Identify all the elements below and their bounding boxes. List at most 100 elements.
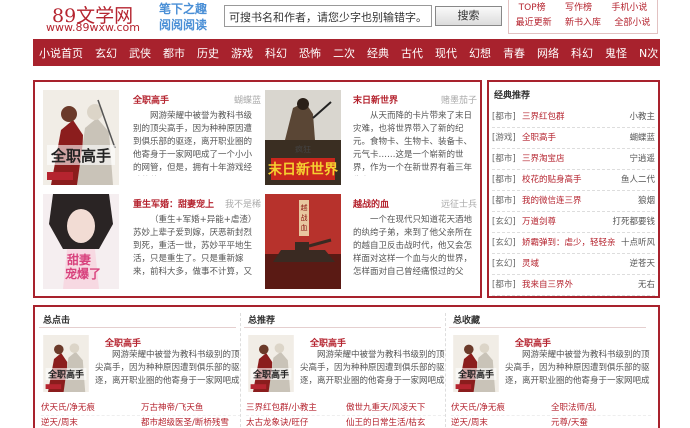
- nav-item[interactable]: 鬼怪: [605, 45, 627, 61]
- divider: [244, 327, 441, 328]
- author-link[interactable]: 打死都要钱: [612, 212, 655, 232]
- book-title[interactable]: 越战的血: [353, 197, 389, 210]
- book-link[interactable]: 三界红包群: [520, 107, 629, 127]
- nav-item[interactable]: 现代: [435, 45, 457, 61]
- book-link[interactable]: 我的微信连三界: [520, 191, 638, 211]
- book-title[interactable]: 全职高手: [105, 336, 141, 349]
- book-link[interactable]: 伏天氏/净无痕: [41, 401, 141, 415]
- book-description: 网游荣耀中被誉为教科书级别的顶尖高手，因为种种原因遭到俱乐部的驱逐，离开职业圈的…: [300, 350, 445, 386]
- book-cover-yuezhan[interactable]: 越 战 血: [265, 194, 341, 289]
- nav-item[interactable]: 古代: [401, 45, 423, 61]
- list-item: 太古龙象诀/旺仔 仙王的日常生活/枯玄: [246, 416, 446, 428]
- book-link[interactable]: 全职法师/乱: [551, 401, 651, 415]
- book-link[interactable]: 伏天氏/净无痕: [451, 401, 551, 415]
- book-link[interactable]: 我来自三界外: [520, 275, 638, 295]
- category-label[interactable]: [游戏]: [492, 128, 520, 148]
- nav-item[interactable]: 科幻: [571, 45, 593, 61]
- author-link[interactable]: 十点听风: [621, 233, 655, 253]
- book-author[interactable]: 赌墨茄子: [429, 93, 477, 106]
- book-cover-moriXinshijie[interactable]: 疯狂 末日新世界: [265, 90, 341, 185]
- book-description: （重生+军婚+异能+虐渣）苏妙上辈子爱到嫁，厌恶新封烈到死，重活一世，苏妙平平地…: [133, 215, 257, 277]
- book-link[interactable]: 校花的贴身高手: [520, 170, 621, 190]
- nav-item[interactable]: 小说首页: [39, 45, 83, 61]
- list-item: 逆天/周末 都市超级医圣/断桥残雪: [41, 416, 241, 428]
- slogan: 笔下之趣 阅阅阅读: [146, 1, 220, 35]
- author-link[interactable]: 无右: [638, 275, 655, 295]
- nav-item[interactable]: 幻想: [469, 45, 491, 61]
- book-title[interactable]: 全职高手: [515, 336, 551, 349]
- nav-item[interactable]: 恐怖: [299, 45, 321, 61]
- book-link[interactable]: 灵域: [520, 254, 629, 274]
- top-link[interactable]: 全部小说: [614, 16, 650, 31]
- book-link[interactable]: 逆天/周末: [451, 416, 551, 428]
- nav-item[interactable]: 二次: [333, 45, 355, 61]
- author-link[interactable]: 小教主: [629, 107, 655, 127]
- top-link[interactable]: 最近更新: [516, 16, 552, 31]
- top-link[interactable]: 新书入库: [565, 16, 601, 31]
- book-title[interactable]: 重生军婚：甜妻宠上: [133, 197, 214, 210]
- nav-item[interactable]: 都市: [163, 45, 185, 61]
- nav-item[interactable]: 经典: [367, 45, 389, 61]
- book-link[interactable]: 都市超级医圣/断桥残雪: [141, 416, 241, 428]
- author-link[interactable]: 鱼人二代: [621, 170, 655, 190]
- nav-item[interactable]: 玄幻: [95, 45, 117, 61]
- book-author[interactable]: 蝴蝶蓝: [215, 93, 261, 106]
- nav-item[interactable]: 言情: [670, 45, 690, 61]
- book-title[interactable]: 全职高手: [133, 93, 169, 106]
- book-link[interactable]: 万古神帝/飞天鱼: [141, 401, 241, 415]
- book-link[interactable]: 元尊/天蚕: [551, 416, 651, 428]
- nav-item[interactable]: 游戏: [231, 45, 253, 61]
- book-link[interactable]: 逆天/周末: [41, 416, 141, 428]
- category-label[interactable]: [玄幻]: [492, 212, 520, 232]
- book-cover-tianqi[interactable]: 甜妻 宠爆了: [43, 194, 119, 289]
- nav-item[interactable]: 武侠: [129, 45, 151, 61]
- nav-item[interactable]: 历史: [197, 45, 219, 61]
- author-link[interactable]: 狼烟: [638, 191, 655, 211]
- book-link[interactable]: 傲世九重天/风凌天下: [346, 401, 446, 415]
- book-cover-quanzhi[interactable]: 全职高手: [43, 90, 119, 185]
- top-link[interactable]: TOP榜: [519, 1, 546, 16]
- search-button[interactable]: 搜索: [435, 6, 502, 26]
- category-label[interactable]: [都市]: [492, 191, 520, 211]
- book-cover[interactable]: 全职高手: [248, 335, 294, 392]
- book-link[interactable]: 万道剑尊: [520, 212, 612, 232]
- book-author[interactable]: 远征士兵: [429, 197, 477, 210]
- category-label[interactable]: [玄幻]: [492, 254, 520, 274]
- author-link[interactable]: 逆苍天: [629, 254, 655, 274]
- book-description: 从天而降的卡片带来了末日灾难，也将世界带入了新的纪元。食物卡、生物卡、装备卡、元…: [353, 111, 473, 173]
- book-link[interactable]: 太古龙象诀/旺仔: [246, 416, 346, 428]
- ranking-column: 总收藏 全职高手 全职高手 网游荣耀中被誉为教科书级别的顶尖高手，因为种种原因遭到俱乐…: [445, 307, 651, 428]
- book-author[interactable]: 我不是稀: [219, 197, 261, 210]
- list-item: [游戏] 全职高手 蝴蝶蓝: [492, 128, 655, 149]
- author-link[interactable]: 宁逍遥: [629, 149, 655, 169]
- top-link[interactable]: 手机小说: [611, 1, 647, 16]
- category-label[interactable]: [都市]: [492, 149, 520, 169]
- book-link[interactable]: 仙王的日常生活/枯玄: [346, 416, 446, 428]
- column-title: 总收藏: [453, 316, 481, 326]
- author-link[interactable]: 蝴蝶蓝: [629, 128, 655, 148]
- top-link[interactable]: 写作榜: [565, 1, 592, 16]
- book-link[interactable]: 三界淘宝店: [520, 149, 629, 169]
- nav-item[interactable]: 科幻: [265, 45, 287, 61]
- book-link[interactable]: 娇霸弹到：虐少，轻轻亲: [520, 233, 621, 253]
- book-title[interactable]: 全职高手: [310, 336, 346, 349]
- top-links: TOP榜 写作榜 手机小说 最近更新 新书入库 全部小说: [508, 0, 658, 34]
- main-nav: 小说首页 玄幻 武侠 都市 历史 游戏 科幻 恐怖 二次 经典 古代 现代 幻想 青春 网络 科幻 鬼怪 N次 言情: [33, 39, 690, 66]
- nav-item[interactable]: 青春: [503, 45, 525, 61]
- nav-item[interactable]: 网络: [537, 45, 559, 61]
- svg-text:甜妻: 甜妻: [67, 252, 91, 267]
- category-label[interactable]: [玄幻]: [492, 233, 520, 253]
- book-link[interactable]: 全职高手: [520, 128, 629, 148]
- search-input[interactable]: 可搜书名和作者，请您少字也别输错字。: [224, 5, 432, 27]
- list-item: 伏天氏/净无痕 全职法师/乱: [451, 401, 651, 416]
- book-cover[interactable]: 全职高手: [43, 335, 89, 392]
- nav-item[interactable]: N次: [639, 45, 658, 61]
- ranking-column: 总点击 全职高手 全职高手 网游荣耀中被誉为教科书级别的顶尖高手，因为种种原因遭到俱乐…: [35, 307, 241, 428]
- category-label[interactable]: [都市]: [492, 170, 520, 190]
- panel-title: 经典推荐: [494, 91, 531, 101]
- category-label[interactable]: [都市]: [492, 275, 520, 295]
- book-cover[interactable]: 全职高手: [453, 335, 499, 392]
- category-label[interactable]: [都市]: [492, 107, 520, 127]
- book-title[interactable]: 末日新世界: [353, 93, 398, 106]
- book-link[interactable]: 三界红包群/小教主: [246, 401, 346, 415]
